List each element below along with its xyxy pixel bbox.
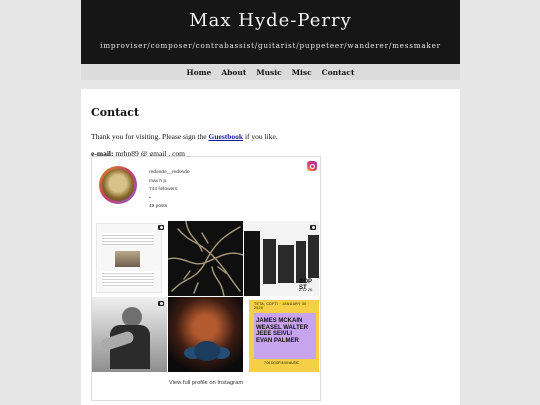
intro-line: Thank you for visiting. Please sign the … — [91, 132, 451, 141]
instagram-meta: redondo__redondo max h p. 744 followers … — [149, 169, 190, 212]
site-header: Max Hyde-Perry improviser/composer/contr… — [81, 0, 460, 64]
instagram-display-name: max h p. — [149, 178, 168, 184]
poster-panel-1 — [263, 239, 276, 284]
guestbook-link[interactable]: Guestbook — [208, 132, 243, 141]
nav-music[interactable]: Music — [256, 68, 281, 77]
main-content: Contact Thank you for visiting. Please s… — [91, 106, 451, 158]
intro-prefix: Thank you for visiting. Please sign the — [91, 132, 209, 141]
nav-about[interactable]: About — [221, 68, 246, 77]
instagram-username[interactable]: redondo__redondo — [149, 169, 190, 178]
avatar[interactable] — [99, 166, 137, 204]
nav-home[interactable]: Home — [187, 68, 212, 77]
nav-gap — [81, 80, 460, 89]
nav-contact[interactable]: Contact — [322, 68, 355, 77]
view-full-profile-link[interactable]: View full profile on Instagram — [92, 380, 320, 386]
poster-bar — [244, 231, 260, 296]
drum-kit — [194, 341, 220, 361]
instagram-followers: 744 followers — [149, 187, 178, 193]
page-title: Contact — [91, 106, 140, 119]
poster-name-1: JAMES MCKAIN — [256, 318, 303, 324]
poster-panel-4 — [308, 235, 319, 278]
document-photo — [115, 251, 140, 267]
instagram-post-5[interactable] — [168, 297, 243, 372]
page: Max Hyde-Perry improviser/composer/contr… — [81, 0, 460, 405]
camera-icon — [310, 225, 316, 230]
document-text-lines — [102, 233, 154, 245]
camera-icon — [158, 225, 164, 230]
instagram-post-2[interactable] — [168, 221, 243, 296]
branches-image — [168, 221, 243, 296]
poster-panel-2 — [278, 245, 294, 283]
instagram-post-3[interactable]: BOP ST 2.12.26 — [244, 221, 319, 296]
poster-panel-3 — [296, 241, 306, 283]
event-poster-bottom: 7:00 DOOR 8:00 MUSIC — [264, 361, 299, 365]
avatar-image — [102, 169, 134, 201]
instagram-post-4[interactable] — [92, 297, 167, 372]
event-poster-names: JAMES MCKAIN WEASEL WALTER JEEE SEIVLI E… — [256, 318, 308, 344]
poster-name-4: EVAN PALMER — [256, 337, 299, 344]
instagram-widget: redondo__redondo max h p. 744 followers … — [91, 156, 321, 401]
intro-suffix: if you like. — [243, 132, 278, 141]
site-tagline: improviser/composer/contrabassist/guitar… — [100, 41, 441, 50]
poster-date: 2.12.26 — [299, 287, 313, 292]
musician-head — [122, 307, 142, 327]
instagram-separator: • — [149, 195, 151, 201]
instagram-post-6[interactable]: TETA, CDFTI · JANUARY 30 · 2026 JAMES MC… — [244, 297, 319, 372]
document-text-lines-2 — [102, 271, 154, 287]
nav-misc[interactable]: Misc — [292, 68, 312, 77]
camera-icon — [158, 301, 164, 306]
event-poster-top: TETA, CDFTI · JANUARY 30 · 2026 — [254, 302, 310, 310]
instagram-post-1[interactable] — [92, 221, 167, 296]
main-nav: Home About Music Misc Contact — [81, 64, 460, 80]
instagram-posts: 49 posts — [149, 204, 168, 210]
site-title[interactable]: Max Hyde-Perry — [81, 10, 460, 31]
instagram-icon[interactable] — [307, 161, 317, 171]
